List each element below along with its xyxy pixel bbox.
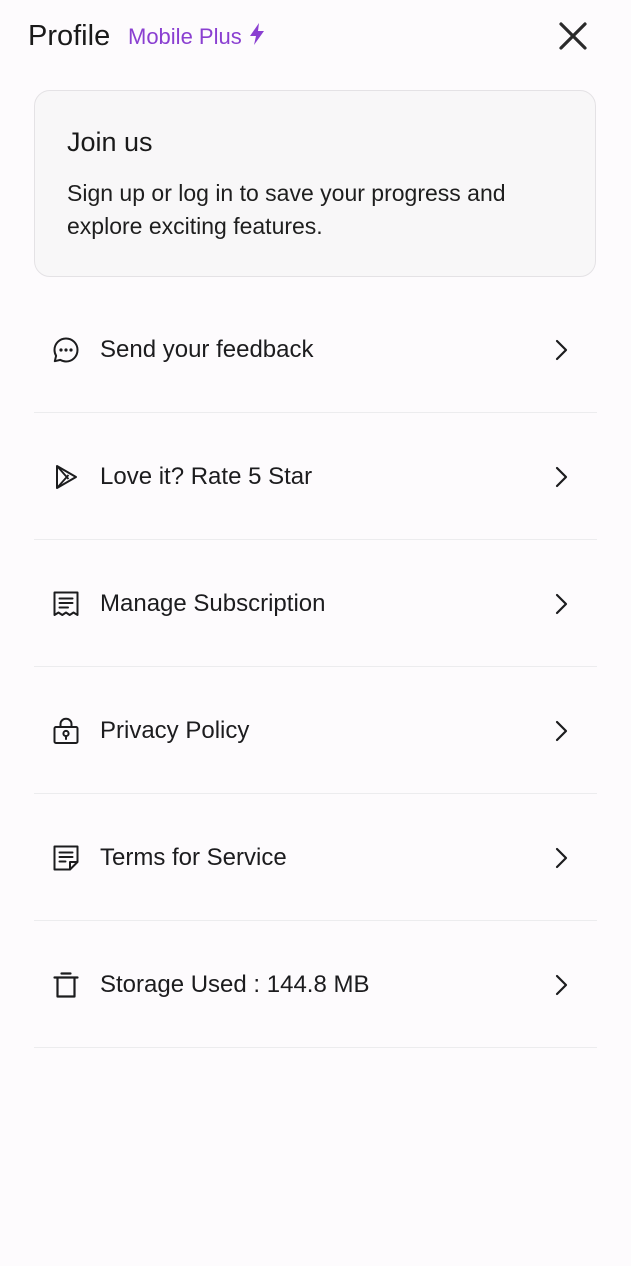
chevron-right-icon <box>549 719 573 743</box>
join-us-card[interactable]: Join us Sign up or log in to save your p… <box>34 90 596 277</box>
chevron-right-icon <box>549 592 573 616</box>
close-icon <box>557 20 589 52</box>
profile-screen: Profile Mobile Plus Join us Sign up or l… <box>0 0 631 1266</box>
receipt-icon <box>52 590 80 618</box>
menu-item-privacy[interactable]: Privacy Policy <box>34 667 597 794</box>
plan-label: Mobile Plus <box>128 24 242 49</box>
header: Profile Mobile Plus <box>0 0 631 74</box>
document-icon <box>52 844 80 872</box>
menu-item-label: Love it? Rate 5 Star <box>100 463 313 490</box>
join-card-title: Join us <box>67 127 153 157</box>
lock-icon <box>52 717 80 745</box>
menu-item-label: Storage Used : 144.8 MB <box>100 971 370 998</box>
plan-badge: Mobile Plus <box>128 22 266 52</box>
chevron-right-icon <box>549 465 573 489</box>
chevron-right-icon <box>549 338 573 362</box>
play-store-icon <box>52 463 80 491</box>
menu-item-rate[interactable]: Love it? Rate 5 Star <box>34 413 597 540</box>
menu-item-label: Manage Subscription <box>100 590 326 617</box>
menu-item-storage[interactable]: Storage Used : 144.8 MB <box>34 921 597 1048</box>
chevron-right-icon <box>549 846 573 870</box>
menu-item-label: Privacy Policy <box>100 717 250 744</box>
menu-item-terms[interactable]: Terms for Service <box>34 794 597 921</box>
trash-icon <box>52 971 80 999</box>
menu-item-feedback[interactable]: Send your feedback <box>34 286 597 413</box>
join-card-text: Sign up or log in to save your progress … <box>67 180 506 239</box>
menu-item-label: Terms for Service <box>100 844 287 871</box>
page-title: Profile <box>28 20 111 52</box>
chevron-right-icon <box>549 973 573 997</box>
bolt-icon <box>248 22 266 46</box>
chat-bubble-icon <box>52 336 80 364</box>
settings-menu: Send your feedback Love it? Rate 5 Star <box>34 286 597 1048</box>
close-button[interactable] <box>553 16 593 56</box>
menu-item-subscription[interactable]: Manage Subscription <box>34 540 597 667</box>
menu-item-label: Send your feedback <box>100 336 314 363</box>
